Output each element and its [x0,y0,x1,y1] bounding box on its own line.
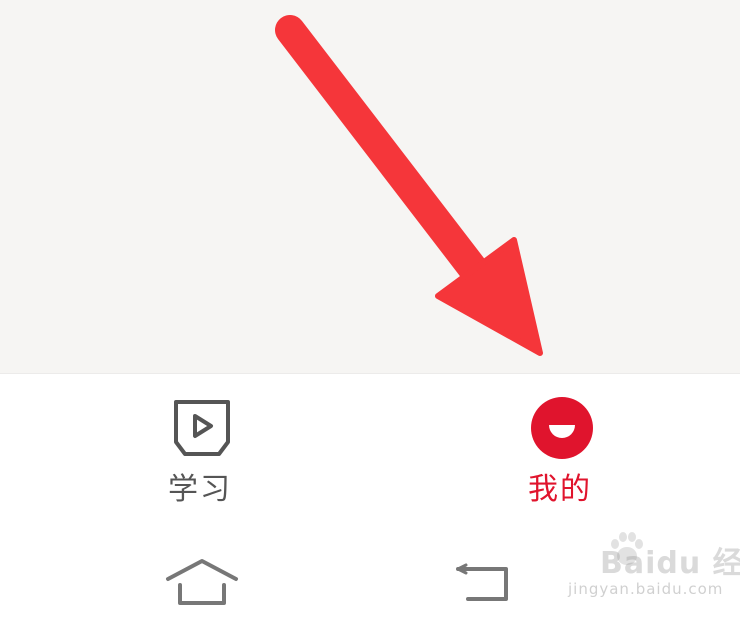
system-navigation-bar [0,521,740,618]
annotation-arrow-shaft [275,15,493,290]
play-video-icon [174,400,230,456]
bottom-tab-bar: 学习 我的 [0,373,740,521]
smile-face-icon [531,397,593,459]
tab-study-label: 学习 [168,472,232,507]
phone-screen: 学习 我的 Baidu 经 jingyan.baidu.com [0,0,740,618]
home-icon[interactable] [164,557,240,607]
tab-mine[interactable]: 我的 [490,394,630,514]
back-icon[interactable] [454,563,514,603]
annotation-arrow [275,15,543,356]
tab-mine-label: 我的 [528,472,592,507]
tab-study[interactable]: 学习 [130,394,270,514]
